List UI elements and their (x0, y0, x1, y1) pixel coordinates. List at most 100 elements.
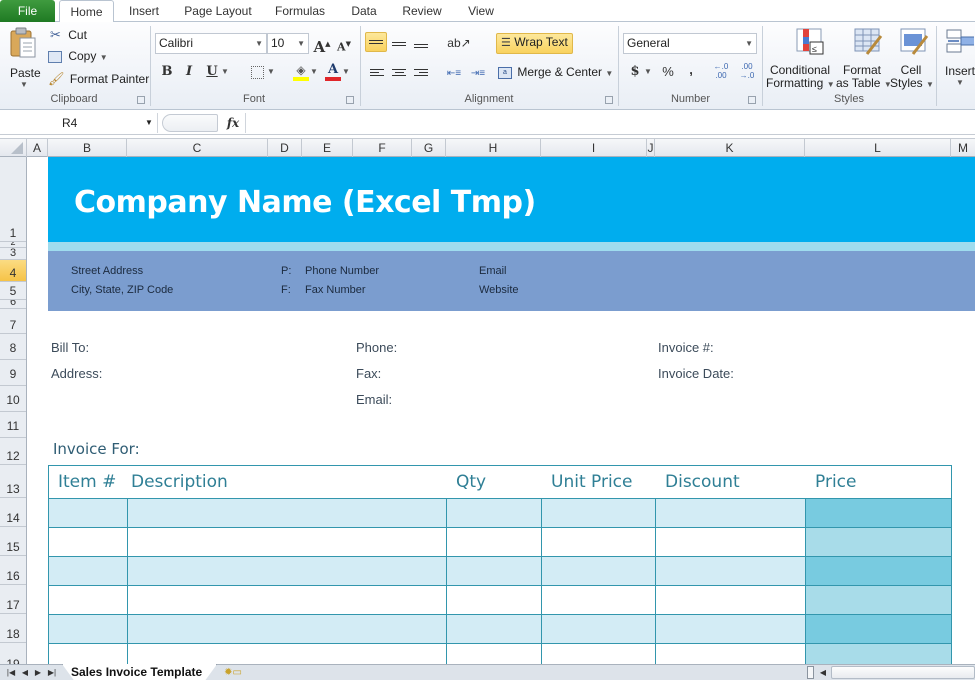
horizontal-scrollbar[interactable] (831, 666, 975, 679)
copy-button[interactable]: Copy ▼ (48, 49, 108, 63)
company-website[interactable]: Website (479, 284, 519, 296)
cell-qty[interactable] (447, 586, 542, 615)
cell-price[interactable] (806, 615, 951, 644)
orientation-button[interactable]: ab↗ (446, 33, 472, 53)
city-state-zip[interactable]: City, State, ZIP Code (71, 284, 173, 296)
cell-unit-price[interactable] (542, 528, 656, 557)
grow-font-button[interactable]: A▲ (312, 34, 332, 56)
cell-description[interactable] (128, 528, 447, 557)
row-header-6[interactable]: 6 (0, 300, 26, 309)
row-header-1[interactable]: 1 (0, 157, 26, 242)
insert-function-button[interactable]: fx (222, 113, 244, 133)
font-name-combo[interactable]: Calibri ▼ (155, 33, 267, 54)
horizontal-split-handle[interactable] (807, 666, 814, 679)
cell-item-number[interactable] (49, 644, 128, 664)
cell-description[interactable] (128, 557, 447, 586)
row-header-18[interactable]: 18 (0, 614, 26, 643)
cell-discount[interactable] (656, 499, 806, 528)
increase-indent-button[interactable]: ⇥≡ (468, 62, 488, 82)
middle-align-button[interactable] (389, 33, 409, 53)
cell-qty[interactable] (447, 557, 542, 586)
font-size-combo[interactable]: 10 ▼ (267, 33, 309, 54)
top-align-button[interactable] (365, 32, 387, 52)
cut-button[interactable]: ✂ Cut (50, 27, 87, 43)
decrease-decimal-button[interactable]: .00 →.0 (736, 62, 758, 82)
tab-file[interactable]: File (0, 0, 55, 22)
tab-home[interactable]: Home (59, 0, 114, 23)
decrease-indent-button[interactable]: ⇤≡ (444, 62, 464, 82)
copy-dropdown-icon[interactable]: ▼ (100, 53, 108, 62)
column-header-c[interactable]: C (127, 139, 268, 157)
column-header-d[interactable]: D (268, 139, 302, 157)
cell-unit-price[interactable] (542, 586, 656, 615)
paste-dropdown-icon[interactable]: ▼ (20, 80, 28, 89)
row-header-17[interactable]: 17 (0, 585, 26, 614)
formula-bar-resize-handle[interactable] (162, 114, 218, 132)
paste-button[interactable]: Paste ▼ (8, 26, 41, 89)
cell-price[interactable] (806, 586, 951, 615)
tab-view[interactable]: View (460, 0, 502, 22)
merge-dropdown-icon[interactable]: ▼ (605, 69, 613, 78)
cell-description[interactable] (128, 615, 447, 644)
row-header-19[interactable]: 19 (0, 643, 26, 664)
font-color-dropdown-icon[interactable]: ▼ (341, 62, 351, 82)
bottom-align-button[interactable] (411, 35, 431, 55)
row-header-9[interactable]: 9 (0, 360, 26, 386)
insert-dropdown-icon[interactable]: ▼ (956, 78, 964, 87)
column-header-g[interactable]: G (412, 139, 446, 157)
row-header-7[interactable]: 7 (0, 309, 26, 334)
row-header-3[interactable]: 3 (0, 248, 26, 260)
align-left-button[interactable] (367, 62, 387, 82)
phone-number[interactable]: Phone Number (305, 265, 379, 277)
next-sheet-button[interactable]: ▶ (31, 665, 45, 680)
first-sheet-button[interactable]: |◀ (4, 665, 18, 680)
tab-data[interactable]: Data (344, 0, 384, 22)
row-header-4[interactable]: 4 (0, 260, 26, 282)
prev-sheet-button[interactable]: ◀ (18, 665, 32, 680)
cell-qty[interactable] (447, 528, 542, 557)
tab-page-layout[interactable]: Page Layout (180, 0, 256, 22)
fill-color-button[interactable]: ◈ (291, 60, 311, 81)
row-header-12[interactable]: 12 (0, 438, 26, 465)
cell-styles-button[interactable]: Cell Styles ▼ (890, 26, 934, 92)
row-header-5[interactable]: 5 (0, 282, 26, 300)
company-name[interactable]: Company Name (Excel Tmp) (74, 185, 536, 220)
fax-number[interactable]: Fax Number (305, 284, 366, 296)
align-center-button[interactable] (389, 62, 409, 82)
row-header-15[interactable]: 15 (0, 527, 26, 556)
column-header-j[interactable]: J (647, 139, 655, 157)
bold-button[interactable]: B (157, 62, 177, 82)
cell-discount[interactable] (656, 615, 806, 644)
formula-input[interactable] (245, 113, 975, 133)
cell-item-number[interactable] (49, 499, 128, 528)
column-header-b[interactable]: B (48, 139, 127, 157)
cell-qty[interactable] (447, 615, 542, 644)
cell-item-number[interactable] (49, 615, 128, 644)
row-header-16[interactable]: 16 (0, 556, 26, 585)
cell-qty[interactable] (447, 499, 542, 528)
format-as-table-button[interactable]: Format as Table ▼ (836, 26, 892, 92)
cell-item-number[interactable] (49, 586, 128, 615)
tab-review[interactable]: Review (396, 0, 448, 22)
scroll-left-button[interactable]: ◀ (817, 665, 829, 680)
tab-formulas[interactable]: Formulas (268, 0, 332, 22)
column-header-f[interactable]: F (353, 139, 412, 157)
company-email[interactable]: Email (479, 265, 507, 277)
name-box-dropdown-icon[interactable]: ▼ (145, 113, 153, 133)
borders-dropdown-icon[interactable]: ▼ (266, 62, 276, 82)
insert-cells-button[interactable]: Insert ▼ (942, 26, 975, 92)
font-dialog-launcher[interactable] (346, 96, 354, 104)
row-header-14[interactable]: 14 (0, 498, 26, 527)
cell-description[interactable] (128, 644, 447, 664)
row-header-13[interactable]: 13 (0, 465, 26, 498)
cell-description[interactable] (128, 499, 447, 528)
cell-price[interactable] (806, 557, 951, 586)
cell-unit-price[interactable] (542, 644, 656, 664)
font-color-button[interactable]: A (323, 60, 343, 81)
currency-button[interactable]: $ (625, 62, 645, 82)
cell-price[interactable] (806, 644, 951, 664)
alignment-dialog-launcher[interactable] (605, 96, 613, 104)
street-address[interactable]: Street Address (71, 265, 143, 277)
underline-button[interactable]: U (202, 62, 222, 82)
clipboard-dialog-launcher[interactable] (137, 96, 145, 104)
